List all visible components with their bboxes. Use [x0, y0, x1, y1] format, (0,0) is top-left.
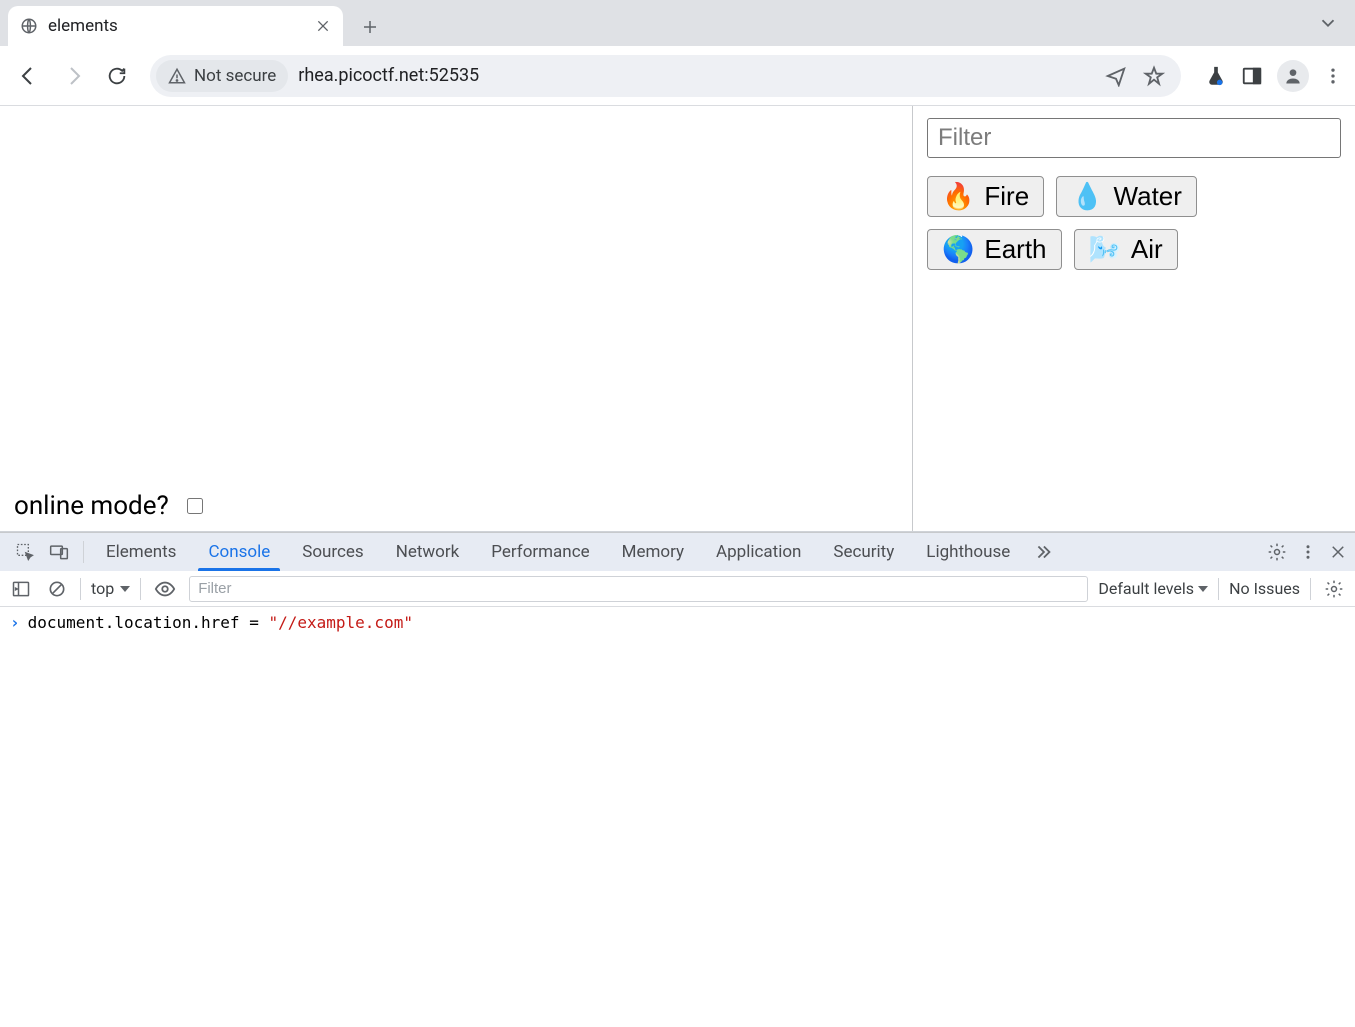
console-output[interactable]: › document.location.href = "//example.co…	[0, 607, 1355, 1027]
page-content: online mode? 🔥 Fire 💧 Water 🌎 Earth 🌬️ Air	[0, 106, 1355, 532]
more-tabs-button[interactable]	[1026, 533, 1060, 571]
tab-search-button[interactable]	[1317, 12, 1339, 34]
air-icon: 🌬️	[1089, 234, 1121, 265]
clear-console-button[interactable]	[44, 579, 70, 599]
chrome-menu-button[interactable]	[1323, 66, 1343, 86]
devtools-tab-network[interactable]: Network	[380, 533, 476, 571]
browser-tabstrip: elements	[0, 0, 1355, 46]
dropdown-icon	[120, 586, 130, 592]
devtools-tab-sources[interactable]: Sources	[286, 533, 379, 571]
element-label: Air	[1131, 234, 1163, 265]
send-icon[interactable]	[1105, 65, 1127, 87]
devtools-menu-button[interactable]	[1299, 543, 1317, 561]
back-button[interactable]	[12, 59, 46, 93]
context-label: top	[91, 579, 114, 598]
water-icon: 💧	[1071, 181, 1103, 212]
forward-button[interactable]	[56, 59, 90, 93]
inspect-element-button[interactable]	[8, 533, 42, 571]
side-panel-icon[interactable]	[1241, 65, 1263, 87]
profile-button[interactable]	[1277, 60, 1309, 92]
log-levels-label: Default levels	[1098, 579, 1194, 598]
browser-tab[interactable]: elements	[8, 6, 343, 46]
dropdown-icon	[1198, 586, 1208, 592]
element-label: Fire	[984, 181, 1029, 212]
element-label: Water	[1114, 181, 1182, 212]
device-toolbar-button[interactable]	[42, 533, 76, 571]
devtools-tab-memory[interactable]: Memory	[606, 533, 700, 571]
page-left-pane: online mode?	[0, 106, 912, 531]
element-label: Earth	[984, 234, 1046, 265]
earth-icon: 🌎	[942, 234, 974, 265]
element-button-air[interactable]: 🌬️ Air	[1074, 229, 1178, 270]
toggle-sidebar-button[interactable]	[8, 579, 34, 599]
globe-icon	[20, 17, 38, 35]
reload-button[interactable]	[100, 59, 134, 93]
console-prompt-icon: ›	[10, 613, 20, 632]
devtools-tab-security[interactable]: Security	[817, 533, 910, 571]
elements-list: 🔥 Fire 💧 Water 🌎 Earth 🌬️ Air	[927, 176, 1341, 270]
devtools-tab-elements[interactable]: Elements	[90, 533, 192, 571]
person-icon	[1283, 66, 1303, 86]
browser-toolbar: Not secure rhea.picoctf.net:52535	[0, 46, 1355, 106]
devtools-close-button[interactable]	[1329, 543, 1347, 561]
live-expression-button[interactable]	[151, 578, 179, 600]
devtools-panel: ElementsConsoleSourcesNetworkPerformance…	[0, 532, 1355, 1027]
issues-label: No Issues	[1229, 579, 1300, 598]
console-toolbar: top Default levels No Issues	[0, 571, 1355, 607]
fire-icon: 🔥	[942, 181, 974, 212]
security-label: Not secure	[194, 66, 276, 86]
page-right-pane: 🔥 Fire 💧 Water 🌎 Earth 🌬️ Air	[913, 106, 1355, 531]
address-bar[interactable]: Not secure rhea.picoctf.net:52535	[150, 55, 1181, 97]
labs-icon[interactable]	[1205, 65, 1227, 87]
console-input-line: › document.location.href = "//example.co…	[10, 613, 1345, 632]
devtools-settings-button[interactable]	[1267, 542, 1287, 562]
online-mode-checkbox[interactable]	[187, 498, 203, 514]
security-chip[interactable]: Not secure	[156, 60, 288, 92]
new-tab-button[interactable]	[355, 12, 385, 42]
console-code: document.location.href = "//example.com"	[28, 613, 413, 632]
close-icon[interactable]	[315, 18, 331, 34]
bookmark-icon[interactable]	[1143, 65, 1165, 87]
log-levels-selector[interactable]: Default levels	[1098, 579, 1208, 598]
filter-input[interactable]	[927, 118, 1341, 158]
console-settings-button[interactable]	[1321, 579, 1347, 599]
tab-title: elements	[48, 16, 305, 36]
console-filter-input[interactable]	[189, 576, 1088, 602]
code-prefix: document.location.href =	[28, 613, 269, 632]
online-mode-label: online mode?	[14, 491, 169, 521]
url-text: rhea.picoctf.net:52535	[298, 65, 1095, 86]
online-mode-row: online mode?	[14, 491, 206, 521]
devtools-tab-console[interactable]: Console	[192, 533, 286, 571]
devtools-tab-performance[interactable]: Performance	[475, 533, 605, 571]
devtools-tab-lighthouse[interactable]: Lighthouse	[910, 533, 1026, 571]
devtools-tabstrip: ElementsConsoleSourcesNetworkPerformance…	[0, 533, 1355, 571]
execution-context-selector[interactable]: top	[91, 579, 130, 598]
element-button-water[interactable]: 💧 Water	[1056, 176, 1197, 217]
code-string: "//example.com"	[268, 613, 413, 632]
devtools-tab-application[interactable]: Application	[700, 533, 817, 571]
element-button-earth[interactable]: 🌎 Earth	[927, 229, 1062, 270]
warning-icon	[168, 67, 186, 85]
element-button-fire[interactable]: 🔥 Fire	[927, 176, 1044, 217]
